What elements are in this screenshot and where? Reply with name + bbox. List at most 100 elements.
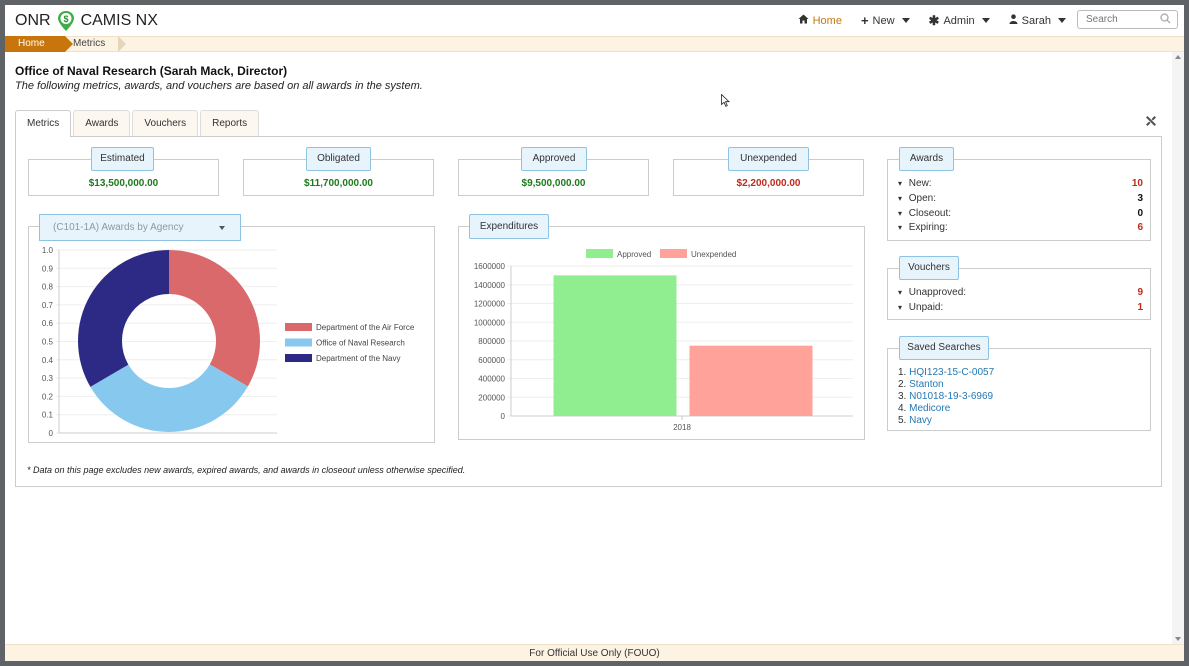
nav-admin-dropdown[interactable]: ✱ Admin (929, 13, 990, 29)
item-number: 1. (898, 367, 907, 378)
y-tick-label: 0.2 (42, 392, 54, 401)
tab-bar: Metrics Awards Vouchers Reports (15, 110, 261, 137)
y-tick-label: 600000 (478, 356, 505, 365)
row-value: 9 (1137, 287, 1143, 298)
row-label: Expiring: (908, 222, 948, 233)
nav-new-dropdown[interactable]: + New (861, 13, 910, 28)
y-tick-label: 0.7 (42, 301, 54, 310)
tab-awards[interactable]: Awards (73, 110, 131, 136)
saved-search-link[interactable]: Stanton (909, 379, 943, 390)
saved-search-link[interactable]: N01018-19-3-6969 (909, 391, 993, 402)
legend-label: Department of the Navy (316, 354, 400, 363)
scroll-up-icon[interactable] (1175, 55, 1181, 59)
nav-home-label: Home (812, 14, 842, 27)
item-number: 2. (898, 379, 907, 390)
donut-chart: 0 0.1 0.2 0.3 0.4 0.5 0.6 0.7 0.8 0.9 1.0 Departmen… (42, 246, 415, 438)
dollar-pin-icon: $ (57, 10, 75, 32)
donut-slice (90, 364, 248, 432)
main-nav: Home + New ✱ Admin Sarah (779, 5, 1066, 36)
svg-text:$: $ (63, 14, 68, 24)
y-tick-label: 0 (501, 412, 506, 421)
y-tick-label: 0.5 (42, 338, 54, 347)
row-value: 10 (1131, 178, 1143, 189)
expenditures-card: Expenditures 0 200000 400000 600000 800000 10… (458, 214, 865, 440)
legend-swatch (586, 249, 613, 258)
metric-card-obligated: Obligated $11,700,000.00 (243, 147, 434, 196)
y-tick-label: 0.4 (42, 356, 54, 365)
vouchers-summary-title: Vouchers (899, 256, 959, 280)
vouchers-row-unpaid[interactable]: ▾ Unpaid: 1 (898, 301, 1143, 315)
row-value: 6 (1137, 222, 1143, 233)
awards-row-open[interactable]: ▾ Open: 3 (898, 192, 1143, 206)
breadcrumb-separator (118, 36, 126, 52)
plus-icon: + (860, 13, 869, 28)
awards-by-agency-card: (C101-1A) Awards by Agency 0 0.1 0.2 0.3 0.4… (28, 214, 435, 443)
scroll-down-icon[interactable] (1175, 637, 1181, 641)
y-tick-label: 0.1 (42, 411, 54, 420)
saved-search-item: 3. N01018-19-3-6969 (898, 391, 993, 403)
chevron-down-icon: ▾ (898, 288, 903, 297)
saved-search-item: 4. Medicore (898, 403, 950, 415)
awards-row-new[interactable]: ▾ New: 10 (898, 177, 1143, 191)
x-tick-label: 2018 (673, 423, 691, 432)
asterisk-icon: ✱ (928, 12, 940, 28)
donut-slice (78, 250, 169, 387)
saved-search-item: 5. Navy (898, 415, 932, 427)
nav-admin-label: Admin (943, 14, 975, 27)
legend-swatch (285, 354, 312, 362)
nav-home[interactable]: Home (798, 14, 842, 27)
saved-searches-card: Saved Searches 1. HQI123-15-C-0057 2. St… (887, 336, 1151, 431)
tab-reports[interactable]: Reports (200, 110, 260, 136)
awards-summary-card: Awards ▾ New: 10 ▾ Open: 3 ▾ Closeout: 0… (887, 147, 1151, 241)
awards-row-expiring[interactable]: ▾ Expiring: 6 (898, 221, 1143, 235)
footer: For Official Use Only (FOUO) (5, 644, 1184, 661)
chevron-down-icon: ▾ (898, 223, 903, 232)
metric-card-estimated: Estimated $13,500,000.00 (28, 147, 219, 196)
chevron-down-icon: ▾ (898, 179, 903, 188)
brand-logo[interactable]: ONR $ CAMIS NX (15, 10, 158, 32)
y-tick-label: 1.0 (42, 246, 54, 255)
row-label: New: (908, 178, 932, 189)
y-tick-label: 0.3 (42, 374, 54, 383)
vouchers-summary-card: Vouchers ▾ Unapproved: 9 ▾ Unpaid: 1 (887, 256, 1151, 320)
chevron-down-icon: ▾ (898, 303, 903, 312)
row-label: Unapproved: (908, 287, 967, 298)
vertical-scrollbar[interactable] (1172, 52, 1184, 644)
page-title: Office of Naval Research (Sarah Mack, Di… (15, 64, 288, 78)
metric-label: Estimated (91, 147, 154, 171)
nav-user-dropdown[interactable]: Sarah (1009, 14, 1066, 27)
metric-label: Unexpended (728, 147, 809, 171)
donut-slice (169, 250, 260, 387)
nav-new-label: New (872, 14, 895, 27)
tools-icon[interactable] (1145, 115, 1157, 130)
brand-left-text: ONR (15, 12, 51, 29)
tab-metrics[interactable]: Metrics (15, 110, 72, 137)
chevron-down-icon: ▾ (898, 194, 903, 203)
breadcrumb-current: Metrics (73, 38, 106, 49)
y-tick-label: 1200000 (474, 300, 506, 309)
saved-search-link[interactable]: HQI123-15-C-0057 (909, 367, 994, 378)
y-tick-label: 1000000 (474, 318, 506, 327)
page-subtitle: The following metrics, awards, and vouch… (15, 80, 423, 92)
bar (689, 345, 813, 416)
row-label: Unpaid: (908, 302, 944, 313)
saved-search-link[interactable]: Medicore (909, 403, 950, 414)
y-tick-label: 0.6 (42, 319, 54, 328)
saved-search-link[interactable]: Navy (909, 415, 932, 426)
chevron-down-icon (901, 18, 910, 23)
app-window: ONR $ CAMIS NX Home + New ✱ Admin Sarah … (5, 5, 1184, 661)
user-icon (1009, 14, 1018, 27)
metric-value: $9,500,000.00 (521, 178, 586, 189)
vouchers-row-unapproved[interactable]: ▾ Unapproved: 9 (898, 286, 1143, 300)
search-icon (1160, 13, 1171, 24)
y-tick-label: 1600000 (474, 262, 506, 271)
legend-label: Unexpended (691, 250, 736, 259)
item-number: 4. (898, 403, 907, 414)
breadcrumb-home[interactable]: Home (5, 36, 73, 52)
legend-swatch (660, 249, 687, 258)
tab-vouchers[interactable]: Vouchers (132, 110, 199, 136)
metric-value: $11,700,000.00 (304, 178, 373, 189)
row-value: 0 (1137, 208, 1143, 219)
legend-label: Office of Naval Research (316, 339, 405, 348)
awards-row-closeout[interactable]: ▾ Closeout: 0 (898, 207, 1143, 221)
